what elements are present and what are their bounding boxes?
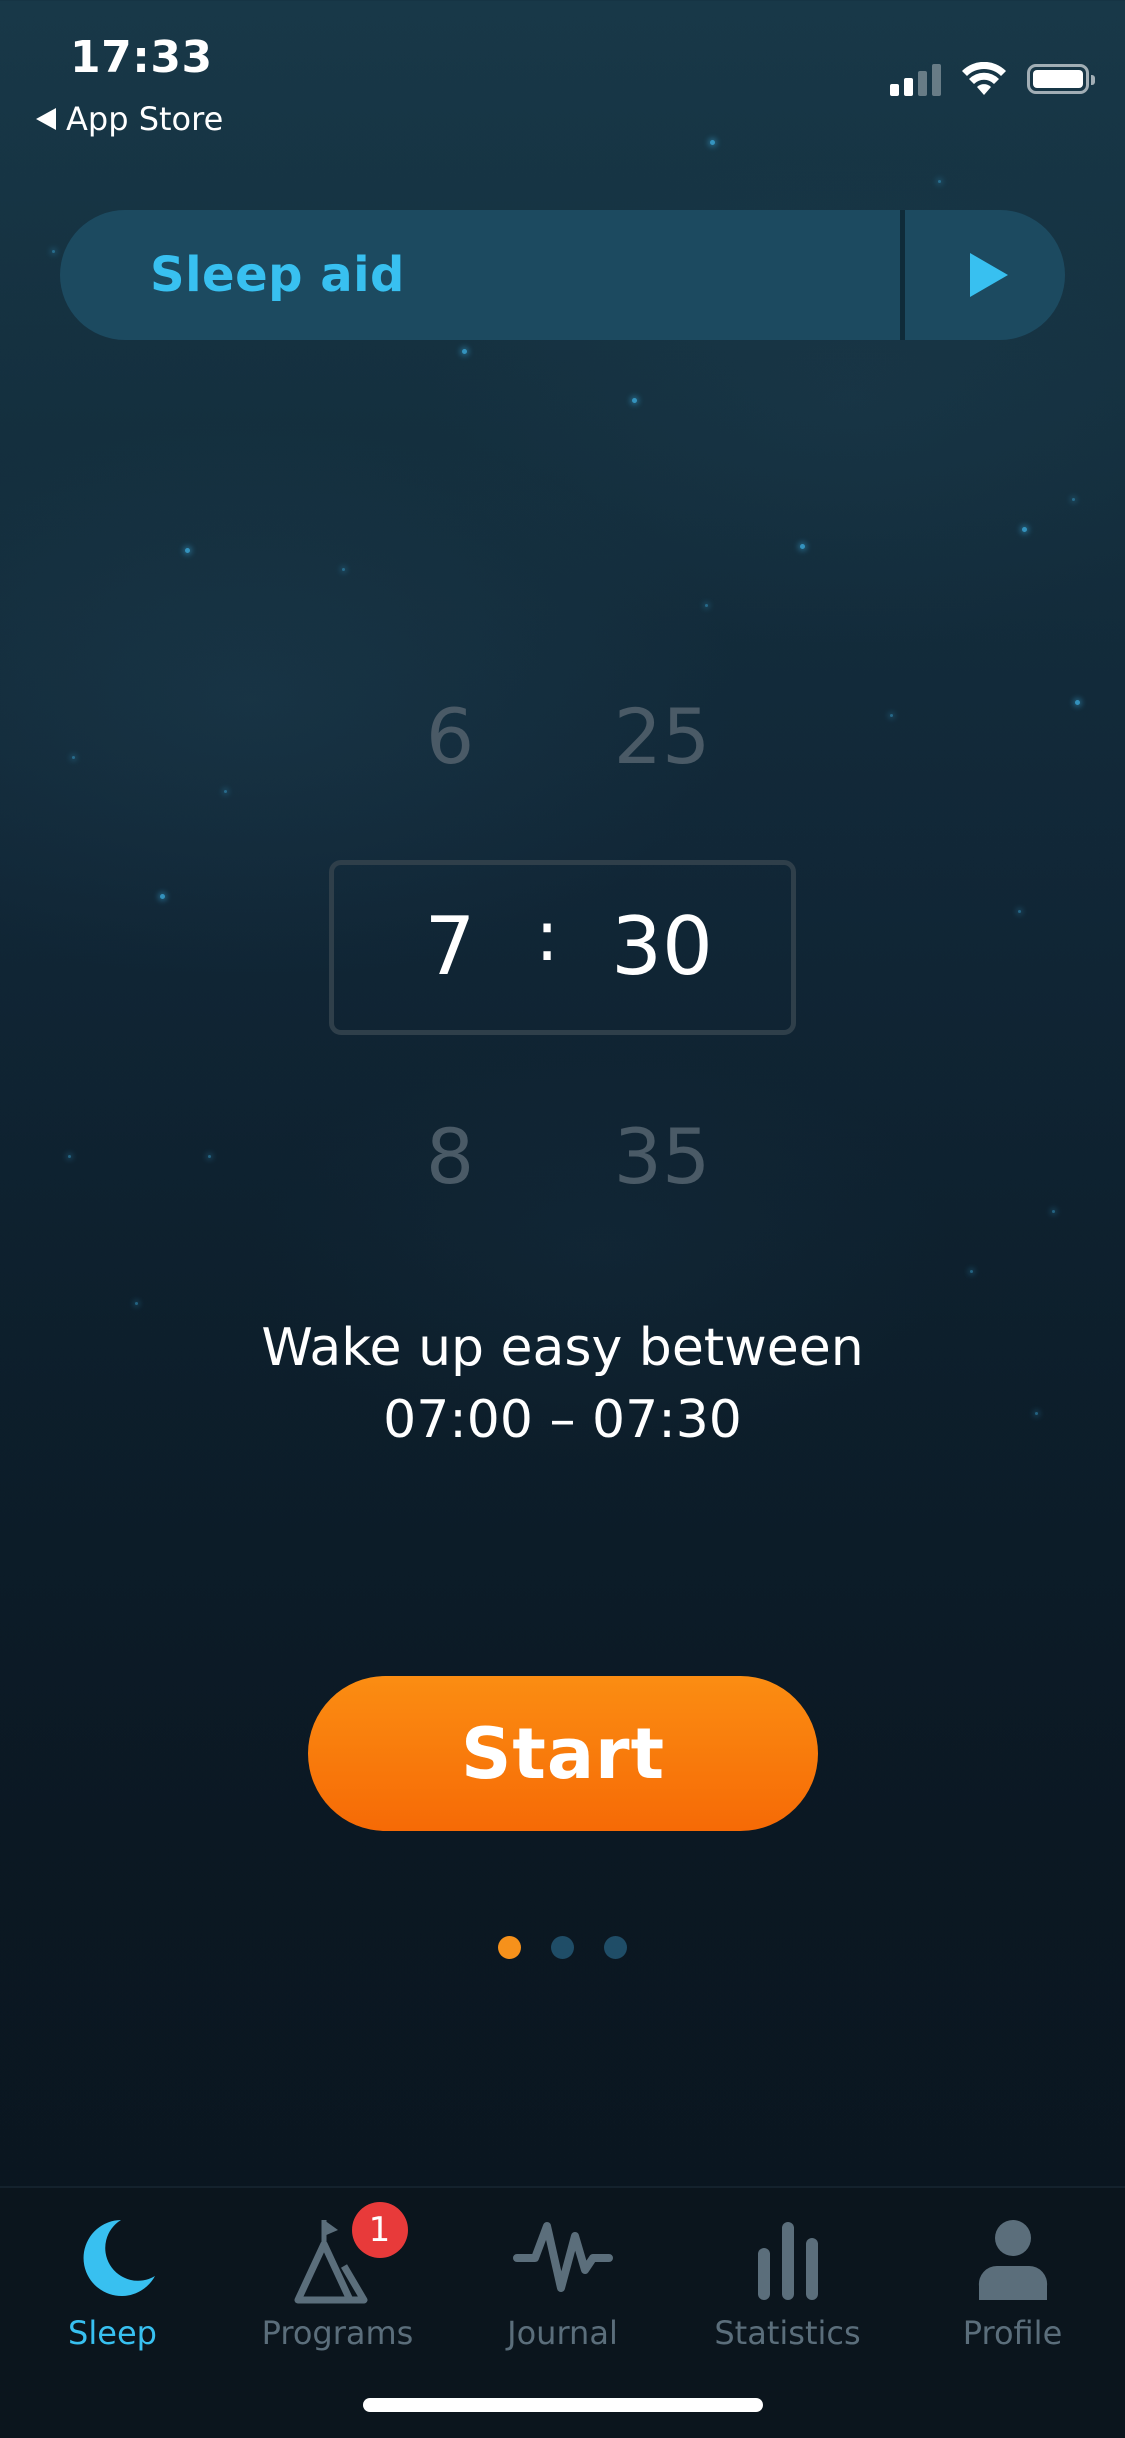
moon-icon	[63, 2208, 163, 2308]
start-button[interactable]: Start	[308, 1676, 818, 1831]
person-icon	[963, 2208, 1063, 2308]
tab-profile-label: Profile	[962, 2314, 1063, 2352]
tab-sleep[interactable]: Sleep	[0, 2208, 225, 2352]
star	[938, 180, 941, 183]
tab-programs-label: Programs	[261, 2314, 414, 2352]
cellular-signal-icon	[890, 62, 941, 96]
star	[705, 604, 708, 607]
star	[462, 349, 467, 354]
tab-journal-label: Journal	[507, 2314, 618, 2352]
back-arrow-icon	[36, 108, 56, 130]
hour-option-next[interactable]: 8	[370, 1112, 530, 1201]
star	[800, 544, 805, 549]
star	[1072, 498, 1075, 501]
sleep-aid-play-button[interactable]	[905, 210, 1065, 340]
programs-icon: 1	[288, 2202, 408, 2308]
status-indicators	[890, 62, 1095, 96]
star	[342, 568, 345, 571]
minute-option-prev[interactable]: 25	[582, 692, 742, 781]
star	[1022, 527, 1027, 532]
journal-wave-icon	[512, 2208, 613, 2308]
page-dot-2[interactable]	[551, 1936, 574, 1959]
sleep-aid-label[interactable]: Sleep aid	[60, 247, 900, 303]
star	[710, 140, 715, 145]
back-to-app-store-link[interactable]: App Store	[36, 100, 223, 138]
wake-window-range: 07:00 – 07:30	[383, 1390, 742, 1450]
minute-option-next[interactable]: 35	[582, 1112, 742, 1201]
star	[72, 756, 75, 759]
night-sky-background	[0, 0, 1125, 2436]
star	[160, 894, 165, 899]
tab-journal[interactable]: Journal	[450, 2208, 675, 2352]
minute-option-selected[interactable]: 30	[582, 900, 742, 993]
page-dot-1[interactable]	[498, 1936, 521, 1959]
status-time: 17:33	[70, 32, 213, 83]
star	[208, 1155, 211, 1158]
wake-window-caption: Wake up easy between	[261, 1318, 864, 1378]
hour-option-prev[interactable]: 6	[370, 692, 530, 781]
hour-option-selected[interactable]: 7	[370, 900, 530, 993]
page-indicator	[0, 1936, 1125, 1959]
home-indicator[interactable]	[363, 2398, 763, 2412]
star	[632, 398, 637, 403]
star	[224, 790, 227, 793]
star	[68, 1155, 71, 1158]
tab-profile[interactable]: Profile	[900, 2208, 1125, 2352]
star	[1018, 910, 1021, 913]
star	[970, 1270, 973, 1273]
wifi-icon	[962, 62, 1006, 95]
back-link-label: App Store	[66, 100, 224, 138]
star	[52, 250, 55, 253]
star	[1052, 1210, 1055, 1213]
star	[185, 548, 190, 553]
play-icon	[970, 253, 1008, 297]
bar-chart-icon	[738, 2208, 838, 2308]
star	[1075, 700, 1080, 705]
programs-notification-badge: 1	[351, 2202, 408, 2258]
star	[135, 1302, 138, 1305]
star	[890, 714, 893, 717]
sleep-aid-bar[interactable]: Sleep aid	[60, 210, 1065, 340]
tab-statistics[interactable]: Statistics	[675, 2208, 900, 2352]
tab-statistics-label: Statistics	[714, 2314, 861, 2352]
page-dot-3[interactable]	[604, 1936, 627, 1959]
tab-programs[interactable]: 1 Programs	[225, 2202, 450, 2352]
battery-icon	[1027, 64, 1095, 94]
picker-separator: :	[535, 895, 559, 977]
tab-sleep-label: Sleep	[68, 2314, 157, 2352]
